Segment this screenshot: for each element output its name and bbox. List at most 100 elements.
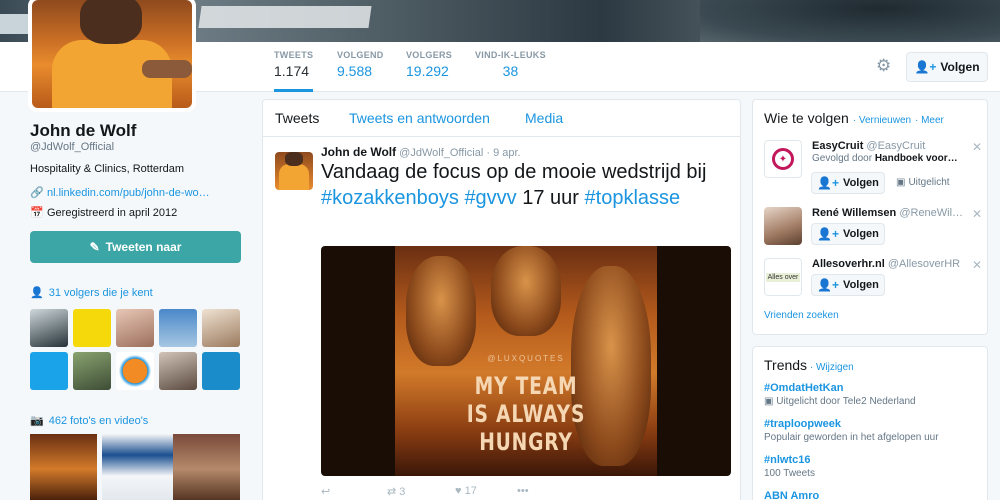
card-title-text: Trends (764, 357, 808, 373)
hashtag-link[interactable]: #topklasse (585, 187, 681, 209)
tweet-media-image[interactable]: @LUXQUOTES MY TEAM IS ALWAYS HUNGRY (321, 246, 731, 476)
trend-description: ▣ Uitgelicht door Tele2 Nederland (764, 396, 916, 407)
trend-item[interactable]: ABN Amro (764, 490, 984, 500)
who-to-follow-card: Wie te volgen · Vernieuwen · Meer ✦ Easy… (752, 99, 988, 335)
follower-avatar[interactable] (73, 352, 111, 390)
stat-following[interactable]: VOLGEND 9.588 (337, 50, 384, 79)
tweet[interactable]: John de Wolf @JdWolf_Official · 9 apr. V… (263, 138, 740, 500)
stat-followers[interactable]: VOLGERS 19.292 (406, 50, 452, 79)
like-count: 17 (464, 485, 477, 497)
follower-avatar[interactable] (202, 309, 240, 347)
avatar[interactable]: ✦ (764, 140, 802, 178)
timeline: Tweets Tweets en antwoorden Media John d… (262, 99, 741, 500)
tweet-date[interactable]: · 9 apr. (486, 147, 520, 159)
tweet-handle[interactable]: @JdWolf_Official (399, 147, 483, 159)
retweet-button[interactable]: ⇄ 3 (387, 485, 405, 498)
tweet-to-button[interactable]: ✎ Tweeten naar (30, 231, 241, 263)
stat-value: 1.174 (274, 63, 310, 79)
add-user-icon: 👤+ (914, 60, 937, 74)
reply-icon[interactable]: ↩ (321, 485, 330, 498)
trend-item[interactable]: #traploopweek Populair geworden in het a… (764, 418, 984, 443)
profile-link-text[interactable]: nl.linkedin.com/pub/john-de-wo… (47, 187, 210, 199)
trend-item[interactable]: #OmdatHetKan ▣ Uitgelicht door Tele2 Ned… (764, 382, 984, 407)
more-link[interactable]: Meer (921, 115, 944, 126)
tab-tweets-and-replies[interactable]: Tweets en antwoorden (349, 110, 490, 126)
photo-thumb[interactable] (173, 434, 240, 500)
stat-label: TWEETS (274, 50, 314, 60)
photo-strip (30, 434, 244, 500)
stat-label: VOLGEND (337, 50, 384, 60)
profile-name[interactable]: John de Wolf (30, 121, 136, 141)
find-friends-link[interactable]: Vrienden zoeken (764, 310, 839, 321)
stat-tweets[interactable]: TWEETS 1.174 (274, 50, 314, 92)
caption-line: HUNGRY (479, 428, 573, 456)
trend-item[interactable]: #nlwtc16 100 Tweets (764, 454, 984, 479)
avatar[interactable] (764, 207, 802, 245)
media-watermark: @LUXQUOTES (487, 354, 565, 363)
avatar-arm (142, 60, 192, 78)
follow-button[interactable]: 👤+ Volgen (811, 172, 885, 194)
tweet-text: Vandaag de focus op de mooie wedstrijd b… (321, 159, 731, 211)
tweet-header: John de Wolf @JdWolf_Official · 9 apr. (321, 145, 521, 159)
gear-icon[interactable]: ⚙ (876, 56, 898, 78)
avatar[interactable]: Alles over (764, 258, 802, 296)
follower-avatar[interactable] (116, 352, 154, 390)
suggestion-name[interactable]: René Willemsen @ReneWil… (812, 207, 963, 219)
more-icon[interactable]: ••• (517, 485, 529, 497)
add-user-icon: 👤+ (817, 176, 840, 190)
profile-joined: 📅 Geregistreerd in april 2012 (30, 206, 178, 220)
tweet-avatar[interactable] (275, 152, 313, 190)
refresh-link[interactable]: Vernieuwen (859, 115, 911, 126)
tweet-author[interactable]: John de Wolf (321, 145, 396, 159)
follower-avatar[interactable] (202, 352, 240, 390)
close-icon[interactable]: ✕ (972, 140, 982, 154)
close-icon[interactable]: ✕ (972, 258, 982, 272)
person-icon: 👤 (30, 287, 44, 299)
banner-sign-left (0, 14, 30, 34)
caption-line: MY TEAM (474, 372, 578, 400)
follow-label: Volgen (940, 60, 980, 74)
media-caption: MY TEAM IS ALWAYS HUNGRY (424, 372, 628, 456)
trend-name: ABN Amro (764, 490, 820, 500)
follower-avatar[interactable] (116, 309, 154, 347)
card-title-text: Wie te volgen (764, 110, 849, 126)
tab-tweets[interactable]: Tweets (275, 110, 319, 126)
tab-media[interactable]: Media (525, 110, 563, 126)
promoted-icon: ▣ (896, 177, 906, 188)
hashtag-link[interactable]: #kozakkenboys (321, 187, 459, 209)
follow-button[interactable]: 👤+ Volgen (906, 52, 988, 82)
stat-value: 19.292 (406, 63, 449, 79)
follower-avatar[interactable] (159, 309, 197, 347)
follow-button[interactable]: 👤+ Volgen (811, 223, 885, 245)
like-button[interactable]: ♥ 17 (455, 485, 477, 497)
who-to-follow-title: Wie te volgen · Vernieuwen · Meer (764, 110, 944, 126)
retweet-icon: ⇄ (387, 486, 397, 498)
followers-you-know-link[interactable]: 👤 31 volgers die je kent (30, 286, 153, 300)
photos-videos-text: 462 foto's en video's (48, 414, 149, 427)
profile-handle[interactable]: @JdWolf_Official (30, 141, 114, 153)
stat-label: VOLGERS (406, 50, 453, 60)
suggestion-name[interactable]: EasyCruit @EasyCruit (812, 140, 925, 152)
tweet-to-label: Tweeten naar (105, 240, 182, 254)
profile-avatar[interactable] (28, 0, 196, 112)
follower-avatar[interactable] (73, 309, 111, 347)
heart-icon: ♥ (455, 485, 462, 497)
banner-sign (198, 6, 372, 28)
change-link[interactable]: Wijzigen (816, 362, 854, 373)
joined-text: Geregistreerd in april 2012 (47, 206, 178, 219)
follower-avatar[interactable] (30, 309, 68, 347)
stat-likes[interactable]: VIND-IK-LEUKS 38 (475, 50, 546, 79)
follower-avatar[interactable] (30, 352, 68, 390)
camera-icon: 📷 (30, 415, 44, 427)
profile-link[interactable]: 🔗 nl.linkedin.com/pub/john-de-wo… (30, 186, 210, 200)
follower-avatar[interactable] (159, 352, 197, 390)
photos-videos-link[interactable]: 📷 462 foto's en video's (30, 414, 149, 428)
photo-thumb[interactable] (30, 434, 97, 500)
close-icon[interactable]: ✕ (972, 207, 982, 221)
add-user-icon: 👤+ (817, 278, 840, 292)
suggestion-name[interactable]: Allesoverhr.nl @AllesoverHR (812, 258, 960, 270)
hashtag-link[interactable]: #gvvv (464, 187, 516, 209)
follow-button[interactable]: 👤+ Volgen (811, 274, 885, 296)
suggestion-context: Gevolgd door Handboek voor… (812, 153, 958, 164)
stat-label: VIND-IK-LEUKS (475, 50, 546, 60)
